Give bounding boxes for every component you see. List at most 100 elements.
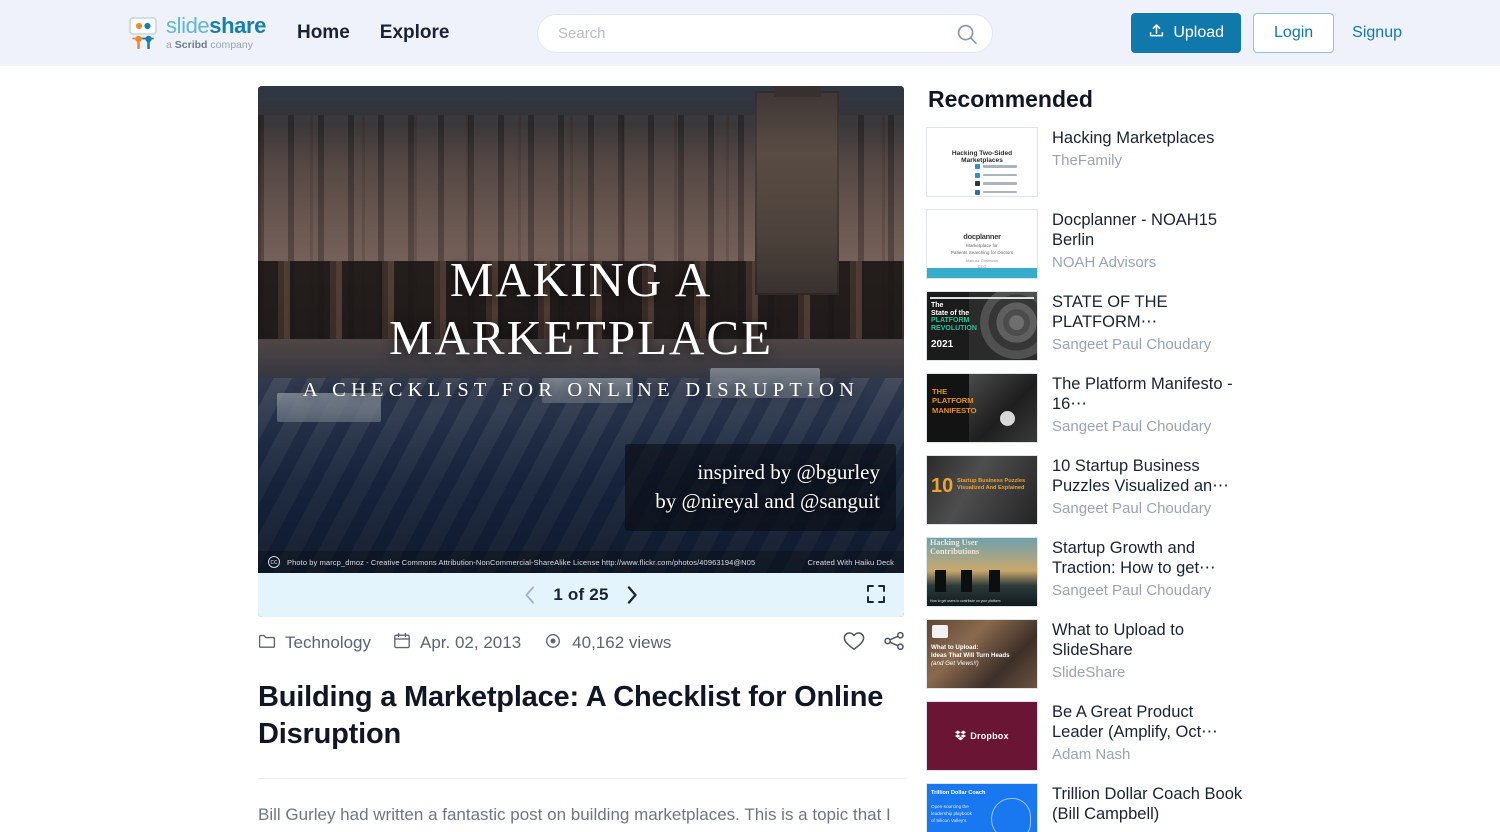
thumb-line-1: Hacking User [930,538,978,547]
meta-date: Apr. 02, 2013 [393,632,521,655]
recommended-title: Be A Great Product Leader (Amplify, Oct⋯ [1052,703,1218,742]
recommended-heading: Recommended [928,86,1093,112]
recommended-thumbnail: Hacking Two-Sided Marketplaces [926,127,1038,197]
list-item[interactable]: Hacking User Contributions How to get us… [926,537,1246,607]
meta-views: 40,162 views [543,632,671,655]
slide-photo-credit: cc Photo by marcp_dmoz - Creative Common… [258,551,904,573]
login-button[interactable]: Login [1253,13,1335,53]
tagline-brand: Scribd [174,39,208,52]
title-divider [258,778,906,780]
slide-credit-line1: inspired by @bgurley [697,460,880,485]
recommended-title: STATE OF THE PLATFORM⋯ [1052,293,1168,332]
main-column: MAKING A MARKETPLACE A CHECKLIST FOR ONL… [258,86,906,832]
list-item[interactable]: The State of the PLATFORM REVOLUTION 202… [926,291,1246,361]
slide-credit-line2: by @nireyal and @sanguit [655,488,880,513]
list-item[interactable]: THE PLATFORM MANIFESTO The Platform Mani… [926,373,1246,443]
next-slide-button[interactable] [619,582,645,608]
list-item[interactable]: Dropbox Be A Great Product Leader (Ampli… [926,701,1246,771]
thumb-silhouette [989,570,1000,592]
share-icon[interactable] [882,630,906,657]
search-bar[interactable] [537,14,993,53]
recommended-text: The Platform Manifesto - 16⋯ Sangeet Pau… [1052,373,1246,436]
recommended-author: Sangeet Paul Choudary [1052,582,1212,600]
thumb-line-1: The [931,302,944,309]
thumb-line-2: State of the [931,309,970,317]
slideshare-logo[interactable]: slideshare a Scribd company [128,15,266,51]
recommended-title: Docplanner - NOAH15 Berlin [1052,211,1218,250]
slide-subtitle: A CHECKLIST FOR ONLINE DISRUPTION [302,378,860,401]
thumb-footer-bar [927,268,1037,278]
recommended-thumbnail: The State of the PLATFORM REVOLUTION 202… [926,291,1038,361]
list-item[interactable]: docplanner Marketplace for Patients Searc… [926,209,1246,279]
recommended-text: 10 Startup Business Puzzles Visualized a… [1052,455,1246,518]
fullscreen-button[interactable] [866,584,888,606]
previous-slide-button[interactable] [517,582,543,608]
thumb-line-2: Contributions [930,547,980,557]
meta-views-label: 40,162 views [572,633,672,652]
recommended-text: Be A Great Product Leader (Amplify, Oct⋯… [1052,701,1246,764]
list-item[interactable]: Hacking Two-Sided Marketplaces Hacking M… [926,127,1246,197]
recommended-thumbnail: Trillion Dollar Coach Open-sourcing the l… [926,783,1038,832]
thumb-line-3: PLATFORM [931,317,970,325]
thumb-line-3: (and Get Views!!) [931,660,979,668]
slide-player: MAKING A MARKETPLACE A CHECKLIST FOR ONL… [258,86,904,617]
recommended-author: TheFamily [1052,152,1123,170]
thumb-line-3: MANIFESTO [932,405,977,415]
creative-commons-icon: cc [268,556,280,568]
slide-title-block: MAKING A MARKETPLACE A CHECKLIST FOR ONL… [258,251,904,402]
upload-button[interactable]: Upload [1131,13,1242,53]
slide-title-line2: MARKETPLACE [388,309,774,365]
primary-nav: Home Explore [297,22,450,44]
slideshare-logo-text: slideshare a Scribd company [166,15,266,51]
thumb-gear-art [968,292,1037,360]
signup-link[interactable]: Signup [1352,24,1402,42]
recommended-author: Sangeet Paul Choudary [1052,500,1212,518]
list-item[interactable]: Trillion Dollar Coach Open-sourcing the l… [926,783,1246,832]
thumb-rule [930,297,1034,299]
recommended-thumbnail: 10 Startup Business Puzzles Visualized A… [926,455,1038,525]
calendar-icon [393,632,411,655]
recommended-title: 10 Startup Business Puzzles Visualized a… [1052,457,1229,496]
recommended-text: What to Upload to SlideShare SlideShare [1052,619,1246,682]
thumb-title-text: Hacking User Contributions [930,538,979,557]
recommended-thumbnail: Dropbox [926,701,1038,771]
thumb-line-1: What to Upload: [931,644,979,651]
thumb-line-4: REVOLUTION [931,324,977,332]
search-icon[interactable] [956,23,978,45]
thumb-silhouette [935,570,946,592]
eye-icon [543,632,563,655]
site-header: slideshare a Scribd company Home Explore [0,0,1500,66]
thumb-photo-art [968,374,1037,442]
recommended-author: Sangeet Paul Choudary [1052,418,1212,436]
nav-link-explore[interactable]: Explore [380,22,450,44]
slide-image[interactable]: MAKING A MARKETPLACE A CHECKLIST FOR ONL… [258,86,904,573]
heart-icon[interactable] [842,630,866,657]
thumb-subtitle: How to get users to contribute on your p… [930,599,1001,603]
recommended-author: Sangeet Paul Choudary [1052,336,1212,354]
recommended-text: Docplanner - NOAH15 Berlin NOAH Advisors [1052,209,1246,272]
thumb-icon [932,625,948,638]
search-input[interactable] [556,24,956,43]
thumb-subtitle: Marketplace for Patients Searching for Do… [950,243,1014,255]
page-body: MAKING A MARKETPLACE A CHECKLIST FOR ONL… [0,66,1500,832]
recommended-thumbnail: What to Upload: Ideas That Will Turn Hea… [926,619,1038,689]
thumb-year: 2021 [931,339,954,350]
thumb-badge [1000,411,1015,426]
slideshare-logo-icon [128,17,158,50]
recommended-text: STATE OF THE PLATFORM⋯ Sangeet Paul Chou… [1052,291,1246,354]
logo-word-slide: slide [166,13,210,39]
thumb-number: 10 [931,475,954,497]
recommended-text: Startup Growth and Traction: How to get⋯… [1052,537,1246,600]
nav-link-home[interactable]: Home [297,22,350,44]
meta-category-label: Technology [285,633,372,652]
thumb-title-text: docplanner [963,232,1001,241]
recommended-thumbnail: THE PLATFORM MANIFESTO [926,373,1038,443]
meta-category[interactable]: Technology [258,632,371,655]
list-item[interactable]: What to Upload: Ideas That Will Turn Hea… [926,619,1246,689]
list-item[interactable]: 10 Startup Business Puzzles Visualized A… [926,455,1246,525]
folder-icon [258,632,276,655]
slide-navigation-bar: 1 of 25 [258,573,904,617]
recommended-text: Hacking Marketplaces TheFamily [1052,127,1214,170]
logo-tagline: a Scribd company [166,40,266,51]
thumb-silhouette [961,570,972,592]
